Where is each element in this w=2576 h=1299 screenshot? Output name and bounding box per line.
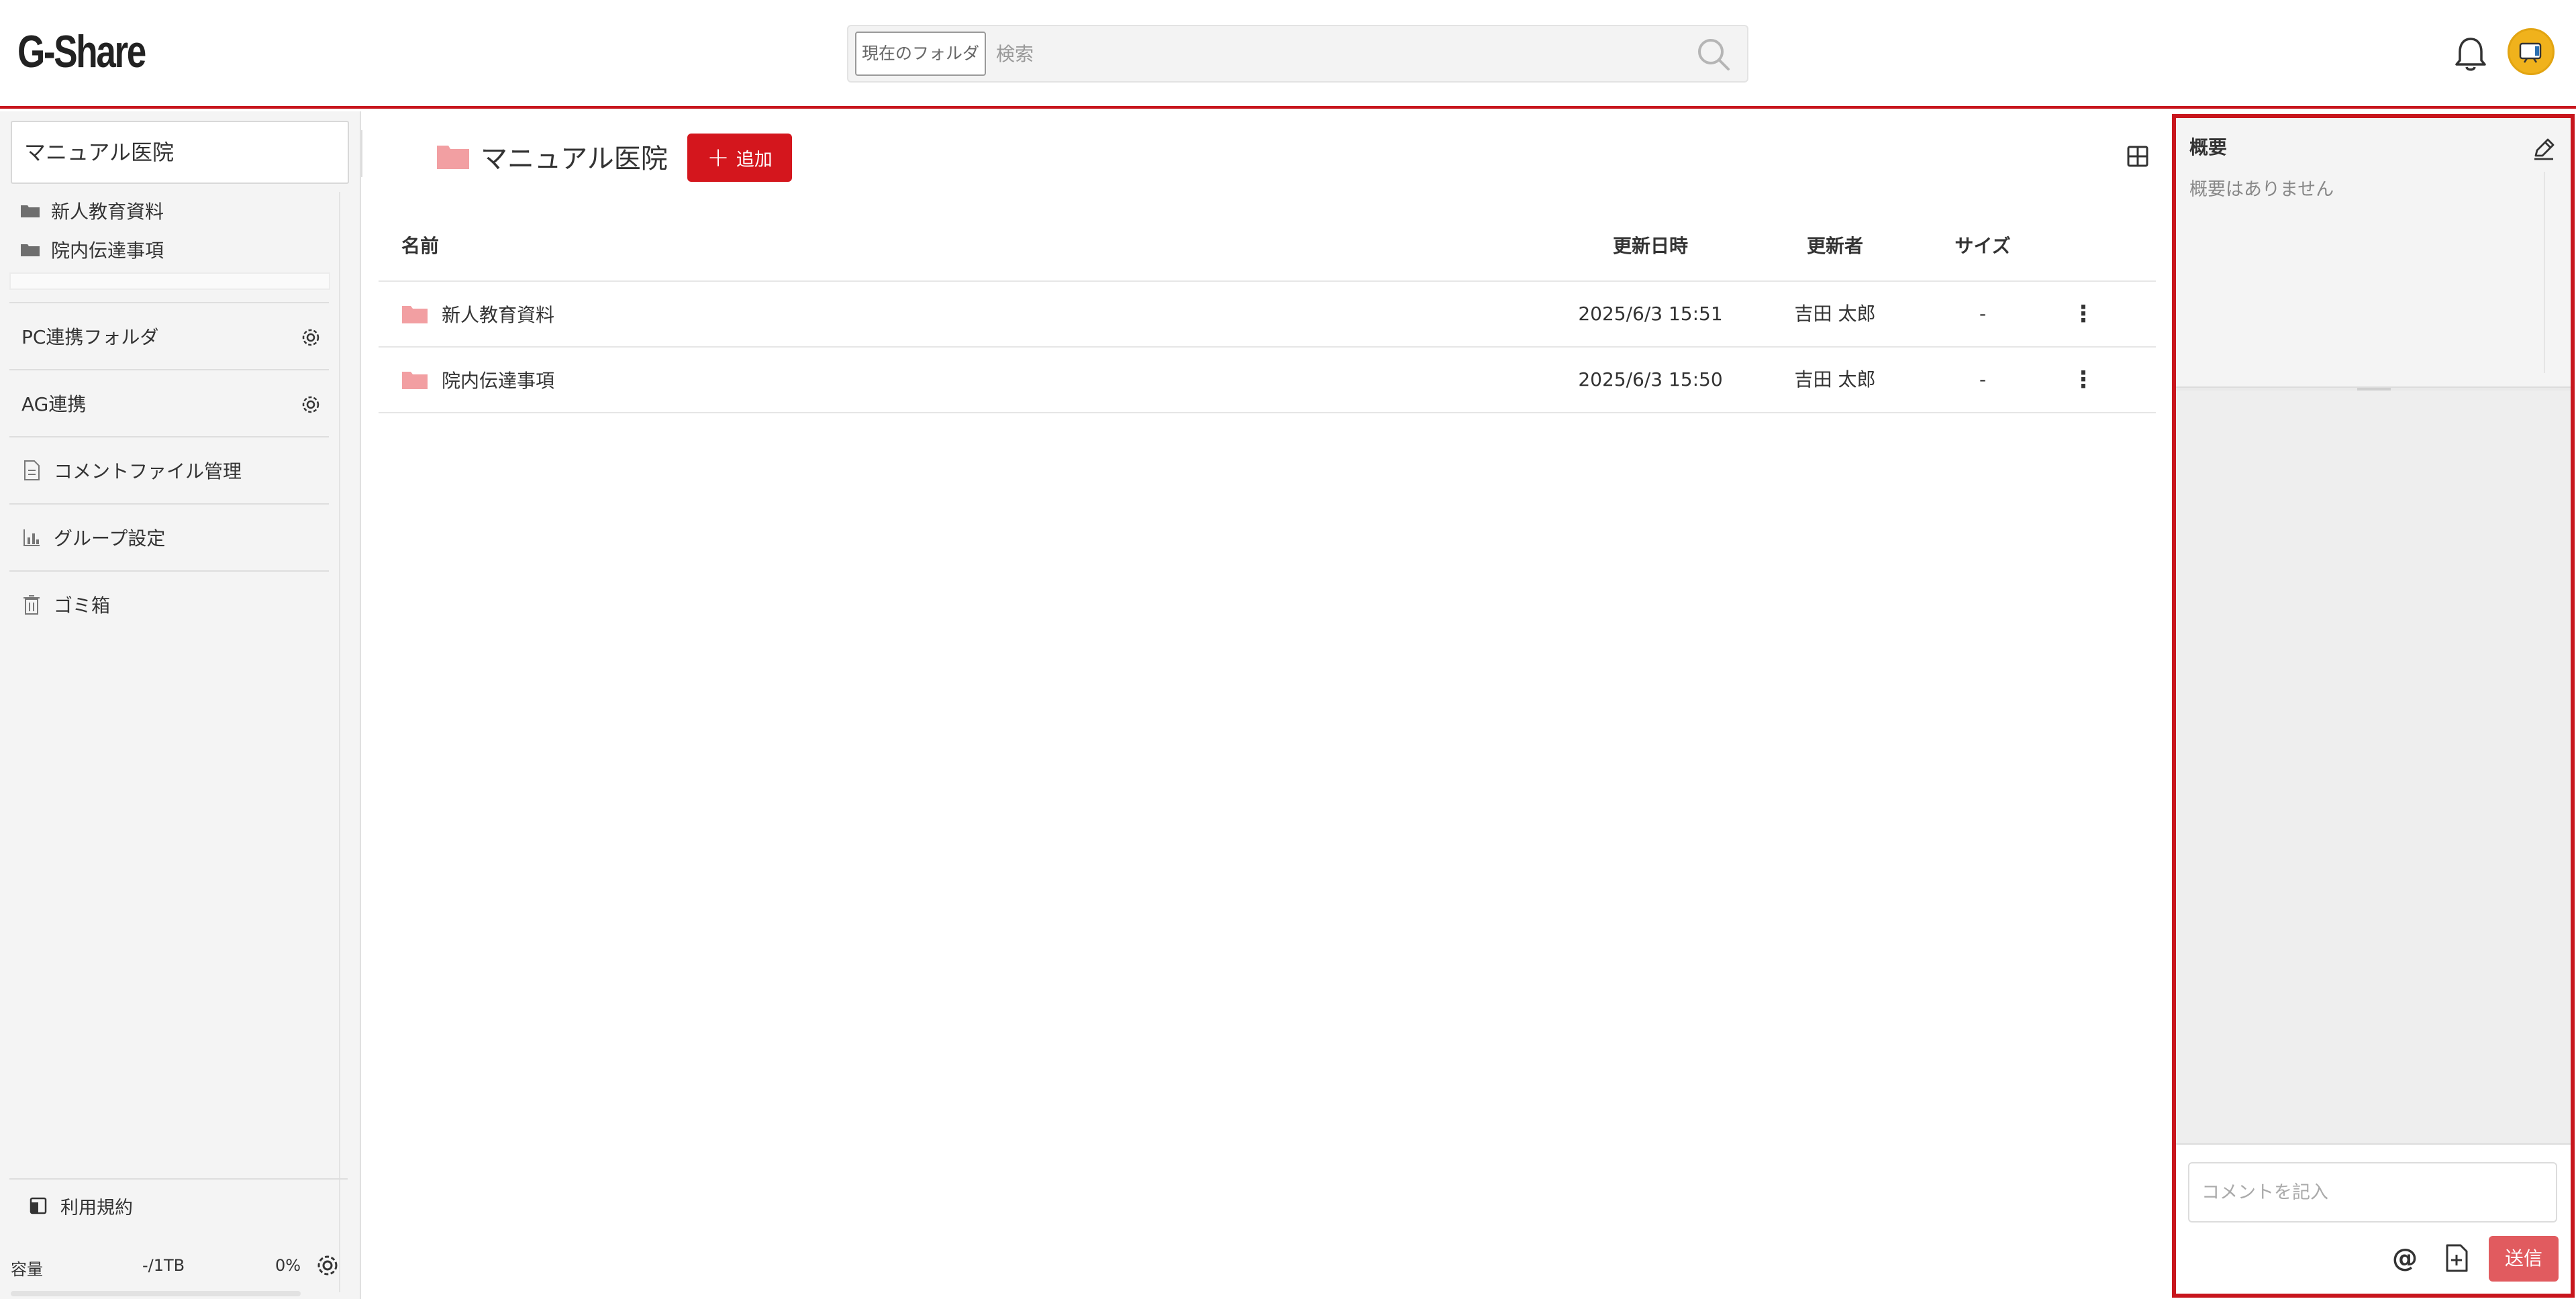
search-input[interactable] (996, 32, 1667, 76)
chart-icon (23, 529, 40, 546)
row-name-label: 院内伝達事項 (442, 370, 555, 392)
sidebar-item-label: ゴミ箱 (54, 594, 111, 617)
gear-icon[interactable] (299, 326, 322, 349)
sidebar-item-label: AG連携 (21, 393, 87, 415)
avatar[interactable] (2508, 28, 2555, 75)
trash-icon (23, 595, 40, 615)
table-row[interactable]: 院内伝達事項 2025/6/3 15:50 吉田 太郎 - ⋮ (379, 348, 2156, 413)
summary-scrollbar[interactable] (2544, 172, 2545, 373)
sidebar-item-label: PC連携フォルダ (21, 326, 159, 348)
plus-icon: + (707, 142, 730, 173)
document-icon (24, 460, 40, 480)
row-updater: 吉田 太郎 (1794, 303, 1876, 325)
sidebar-current-folder[interactable]: マニュアル医院 (11, 121, 349, 184)
sidebar-item-label: コメントファイル管理 (54, 460, 242, 482)
row-updater: 吉田 太郎 (1794, 368, 1876, 391)
row-updated: 2025/6/3 15:51 (1578, 303, 1723, 325)
folder-icon (402, 306, 428, 323)
add-button-label: 追加 (736, 149, 773, 170)
sidebar-tree-label: 新人教育資料 (51, 201, 164, 223)
more-menu-icon[interactable]: ⋮ (2070, 348, 2097, 412)
detail-panel: 概要 概要はありません @ 送信 (2172, 114, 2575, 1298)
page-title: マニュアル医院 (481, 144, 668, 174)
sidebar-item-pc-sync[interactable]: PC連携フォルダ (9, 302, 329, 369)
folder-icon (21, 244, 40, 256)
search-scope-button[interactable]: 現在のフォルダ (855, 32, 986, 76)
gear-icon[interactable] (299, 393, 322, 416)
sidebar-item-label: グループ設定 (54, 527, 166, 550)
terms-label: 利用規約 (60, 1197, 133, 1218)
gear-icon[interactable] (314, 1252, 341, 1279)
mention-icon[interactable]: @ (2389, 1243, 2420, 1274)
comment-list (2176, 391, 2571, 1145)
attach-file-icon[interactable] (2444, 1244, 2469, 1272)
avatar-tv-icon (2519, 42, 2542, 63)
book-icon (30, 1197, 47, 1214)
capacity-label: 容量 (11, 1260, 43, 1279)
app-header: G-Share 現在のフォルダ (0, 0, 2576, 109)
sidebar-item-group-settings[interactable]: グループ設定 (9, 503, 329, 570)
search-icon[interactable] (1695, 36, 1732, 73)
app-logo[interactable]: G-Share (17, 25, 146, 78)
terms-link[interactable]: 利用規約 (9, 1178, 348, 1232)
row-name-label: 新人教育資料 (442, 304, 555, 326)
sidebar-item-trash[interactable]: ゴミ箱 (9, 570, 329, 637)
folder-icon (402, 372, 428, 389)
sidebar-tree-scrollbar[interactable] (9, 272, 330, 290)
more-menu-icon[interactable]: ⋮ (2070, 282, 2097, 346)
summary-text: 概要はありません (2189, 179, 2334, 200)
sidebar-tree-label: 院内伝達事項 (51, 240, 164, 262)
column-header-name[interactable]: 名前 (401, 212, 439, 280)
row-name[interactable]: 院内伝達事項 (401, 348, 554, 412)
row-updated: 2025/6/3 15:50 (1578, 368, 1723, 391)
capacity-percent: 0% (275, 1256, 301, 1275)
row-size: - (1979, 303, 1987, 325)
breadcrumb: マニュアル医院 (436, 136, 668, 177)
sidebar-tree-item[interactable]: 院内伝達事項 (20, 236, 164, 263)
main-content: マニュアル医院 + 追加 名前 更新日時 更新者 サイズ 新人教育資料 2025… (362, 111, 2161, 1299)
sidebar-scrollbar[interactable] (339, 192, 340, 1292)
column-header-size[interactable]: サイズ (1922, 212, 2043, 280)
folder-icon (437, 146, 469, 169)
capacity-value: -/1TB (142, 1256, 185, 1275)
summary-title: 概要 (2189, 136, 2228, 158)
column-header-updated[interactable]: 更新日時 (1540, 212, 1761, 280)
folder-icon (21, 205, 40, 217)
capacity-bar (11, 1291, 301, 1296)
grid-view-icon[interactable] (2126, 145, 2149, 168)
summary-section: 概要 概要はありません (2176, 118, 2571, 386)
send-button[interactable]: 送信 (2489, 1236, 2559, 1282)
sidebar-item-ag-sync[interactable]: AG連携 (9, 369, 329, 436)
edit-icon[interactable] (2530, 136, 2557, 162)
table-row[interactable]: 新人教育資料 2025/6/3 15:51 吉田 太郎 - ⋮ (379, 282, 2156, 348)
bell-icon[interactable] (2450, 34, 2491, 75)
comment-input[interactable] (2188, 1162, 2557, 1223)
sidebar-item-comment-files[interactable]: コメントファイル管理 (9, 436, 329, 503)
sidebar: マニュアル医院 新人教育資料 院内伝達事項 PC連携フォルダ AG連携 コメント… (0, 111, 361, 1299)
row-name[interactable]: 新人教育資料 (401, 282, 554, 346)
row-size: - (1979, 368, 1987, 391)
sidebar-tree-item[interactable]: 新人教育資料 (20, 197, 164, 224)
capacity-info: 容量 -/1TB 0% (11, 1256, 301, 1283)
add-button[interactable]: + 追加 (687, 134, 792, 182)
column-header-updater[interactable]: 更新者 (1761, 212, 1909, 280)
search-bar: 現在のフォルダ (847, 25, 1748, 83)
